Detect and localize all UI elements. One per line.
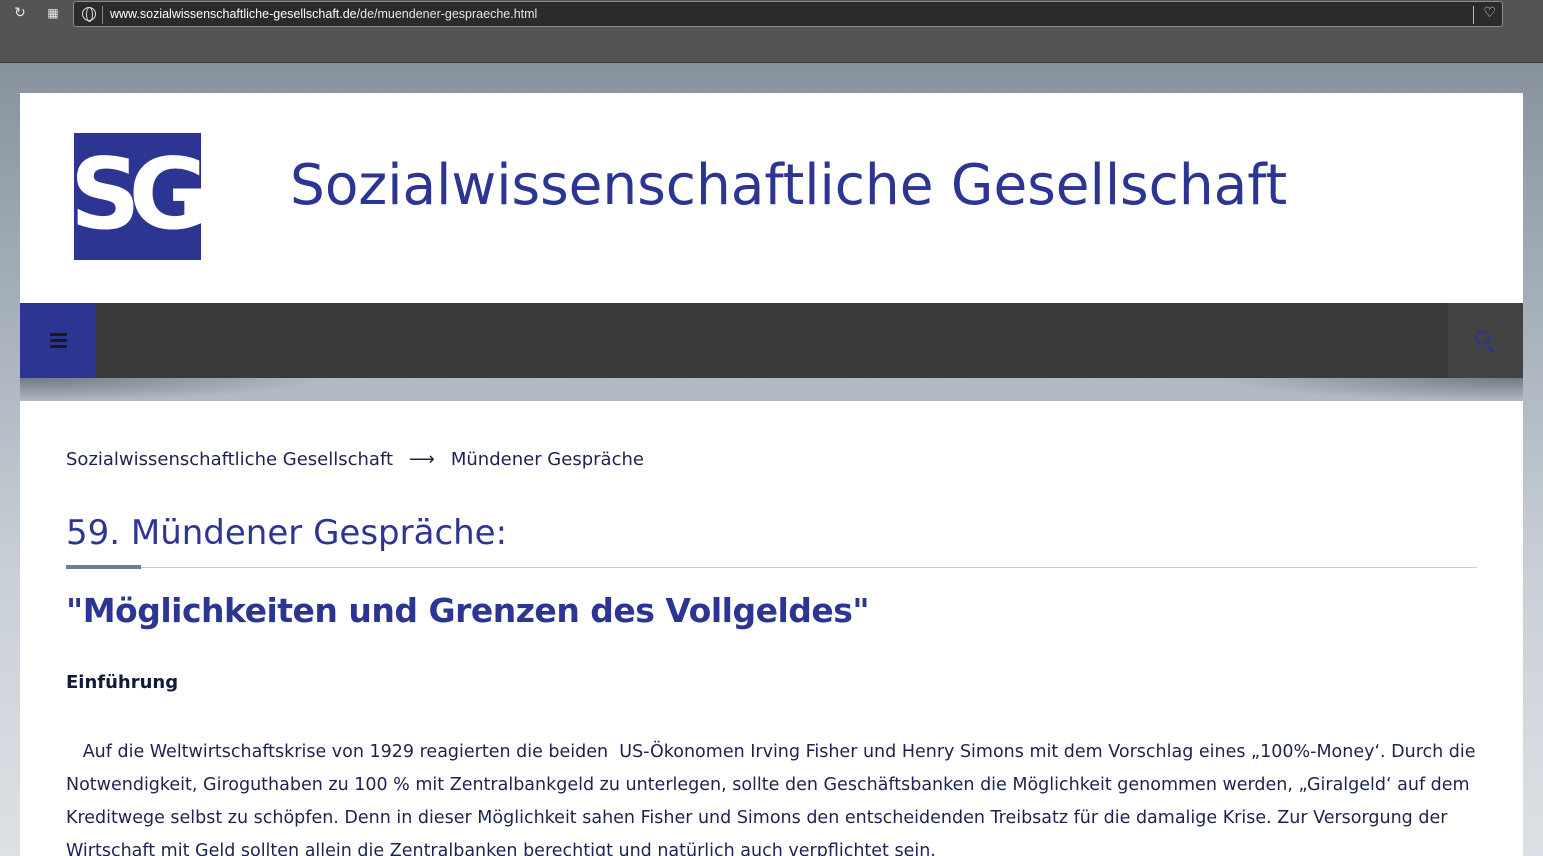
apps-icon[interactable]: ▦ [44,4,62,22]
globe-icon [82,7,96,22]
site-title[interactable]: Sozialwissenschaftliche Gesellschaft [290,153,1287,218]
address-url[interactable]: www.sozialwissenschaftliche-gesellschaft… [110,7,537,21]
site-header: SG Sozialwissenschaftliche Gesellschaft [20,93,1523,303]
navbar-shadow-right [1223,378,1523,402]
url-path: /de/muendener-gespraeche.html [356,7,538,21]
paragraph-line: Notwendigkeit, Giroguthaben zu 100 % mit… [66,775,1470,795]
address-divider-right [1473,6,1474,24]
paragraph-line: Auf die Weltwirtschaftskrise von 1929 re… [66,742,1476,762]
paragraph-line: Kreditwege selbst zu schöpfen. Denn in d… [66,808,1448,828]
title-divider [66,567,1477,568]
title-divider-accent [66,565,141,569]
site-logo[interactable]: SG [74,133,201,260]
url-domain: www.sozialwissenschaftliche-gesellschaft… [110,7,357,21]
logo-text: SG [74,138,201,252]
search-button[interactable] [1448,303,1523,378]
breadcrumb-arrow-icon: ⟶ [409,449,435,470]
breadcrumb: Sozialwissenschaftliche Gesellschaft ⟶ Mün… [66,449,644,470]
intro-paragraph: Auf die Weltwirtschaftskrise von 1929 re… [66,736,1476,856]
section-heading: Einführung [66,672,179,693]
navbar-shadow-left [20,378,320,402]
reload-icon[interactable]: ↻ [11,4,29,22]
main-navbar [20,303,1523,378]
address-bar[interactable]: www.sozialwissenschaftliche-gesellschaft… [73,1,1503,27]
breadcrumb-current: Mündener Gespräche [450,449,644,470]
main-content: Sozialwissenschaftliche Gesellschaft ⟶ Mün… [20,401,1523,856]
browser-toolbar: ↻ ▦ www.sozialwissenschaftliche-gesellsc… [0,0,1543,63]
page-subtitle: "Möglichkeiten und Grenzen des Vollgelde… [66,591,870,630]
breadcrumb-home-link[interactable]: Sozialwissenschaftliche Gesellschaft [66,449,393,470]
paragraph-line: Wirtschaft mit Geld sollten allein die Z… [66,841,936,856]
heart-icon[interactable]: ♡ [1483,5,1496,21]
page-title: 59. Mündener Gespräche: [66,513,508,553]
menu-toggle-button[interactable] [20,303,95,378]
address-divider [102,6,103,24]
